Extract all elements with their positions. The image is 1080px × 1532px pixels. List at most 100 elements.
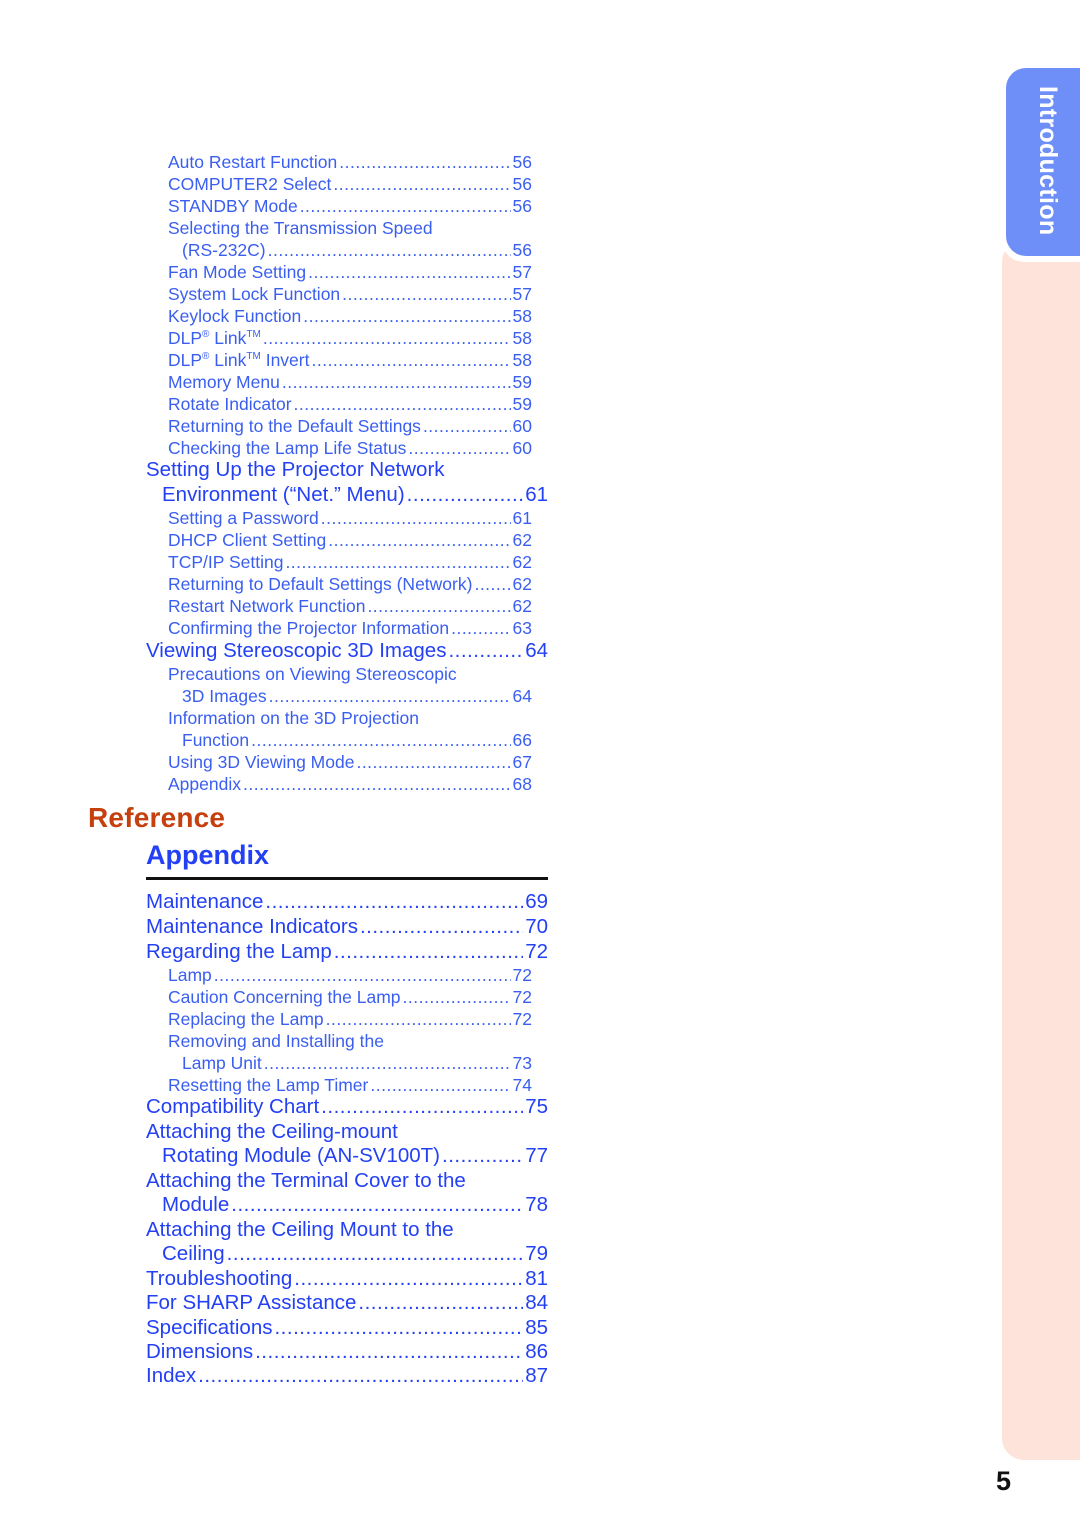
toc-entry[interactable]: Resetting the Lamp Timer 74 [168, 1075, 532, 1097]
toc-entry[interactable]: Setting a Password 61 [168, 508, 532, 530]
toc-leader-dots [214, 965, 511, 986]
toc-entry[interactable]: Selecting the Transmission Speed [168, 218, 532, 240]
section-tab-label: Introduction [1034, 86, 1062, 236]
toc-entry[interactable]: Regarding the Lamp 72 [146, 940, 548, 965]
toc-leader-dots [243, 774, 511, 795]
toc-leader-dots [442, 1144, 523, 1168]
toc-entry[interactable]: Precautions on Viewing Stereoscopic [168, 664, 532, 686]
toc-entry[interactable]: System Lock Function 57 [168, 284, 532, 306]
toc-entry[interactable]: Using 3D Viewing Mode 67 [168, 752, 532, 774]
toc-entry[interactable]: For SHARP Assistance 84 [146, 1291, 548, 1316]
toc-entry[interactable]: Viewing Stereoscopic 3D Images 64 [146, 639, 548, 664]
toc-entry[interactable]: Replacing the Lamp 72 [168, 1009, 532, 1031]
toc-entry-title: Attaching the Ceiling Mount to the [146, 1218, 454, 1241]
toc-entry-page: 72 [512, 987, 532, 1007]
toc-entry[interactable]: DLP® LinkTM Invert 58 [168, 350, 532, 372]
toc-leader-dots [356, 752, 510, 773]
toc-entry[interactable]: DHCP Client Setting 62 [168, 530, 532, 552]
toc-entry-page: 86 [525, 1340, 548, 1363]
toc-leader-dots [231, 1193, 523, 1217]
toc-entry-title: Using 3D Viewing Mode [168, 752, 355, 772]
toc-entry-title: COMPUTER2 Select [168, 174, 332, 194]
toc-entry[interactable]: Confirming the Projector Information 63 [168, 618, 532, 640]
toc-entry[interactable]: Troubleshooting 81 [146, 1267, 548, 1292]
toc-entry[interactable]: Attaching the Ceiling-mount [146, 1120, 548, 1145]
toc-entry-page: 63 [512, 618, 532, 638]
toc-entry[interactable]: 3D Images 64 [182, 686, 532, 708]
toc-entry-title: Maintenance Indicators [146, 915, 358, 938]
toc-entry[interactable]: Setting Up the Projector Network [146, 458, 548, 483]
toc-entry[interactable]: TCP/IP Setting 62 [168, 552, 532, 574]
toc-entry[interactable]: Returning to Default Settings (Network) 6… [168, 574, 532, 596]
appendix-heading: Appendix [146, 840, 270, 870]
toc-entry-page: 60 [512, 416, 532, 436]
toc-entry[interactable]: Appendix 68 [168, 774, 532, 796]
toc-leader-dots [263, 328, 511, 349]
toc-entry[interactable]: Maintenance Indicators 70 [146, 915, 548, 940]
toc-entry[interactable]: (RS-232C) 56 [182, 240, 532, 262]
toc-entry[interactable]: Checking the Lamp Life Status 60 [168, 438, 532, 460]
toc-entry-title: Environment (“Net.” Menu) [162, 483, 405, 506]
toc-entry[interactable]: Index 87 [146, 1364, 548, 1389]
toc-entry[interactable]: Lamp Unit 73 [182, 1053, 532, 1075]
toc-entry[interactable]: Ceiling 79 [162, 1242, 548, 1267]
toc-entry-title: Attaching the Ceiling-mount [146, 1120, 398, 1143]
toc-entry-title: Lamp [168, 965, 212, 985]
toc-entry[interactable]: Restart Network Function 62 [168, 596, 532, 618]
toc-entry[interactable]: Maintenance 69 [146, 890, 548, 915]
toc-entry[interactable]: Function 66 [182, 730, 532, 752]
toc-entry[interactable]: Keylock Function 58 [168, 306, 532, 328]
toc-entry-page: 77 [525, 1144, 548, 1167]
toc-entry-page: 75 [525, 1095, 548, 1118]
toc-entry[interactable]: Returning to the Default Settings 60 [168, 416, 532, 438]
toc-entry[interactable]: Attaching the Ceiling Mount to the [146, 1218, 548, 1243]
toc-entry[interactable]: Memory Menu 59 [168, 372, 532, 394]
toc-entry-page: 62 [512, 596, 532, 616]
toc-entry-page: 81 [525, 1267, 548, 1290]
toc-entry[interactable]: Compatibility Chart 75 [146, 1095, 548, 1120]
toc-entry[interactable]: Module 78 [162, 1193, 548, 1218]
toc-leader-dots [423, 416, 511, 437]
toc-entry-page: 66 [512, 730, 532, 750]
toc-entry[interactable]: Specifications 85 [146, 1316, 548, 1341]
toc-leader-dots [264, 1053, 511, 1074]
toc-entry-title: Precautions on Viewing Stereoscopic [168, 664, 457, 684]
toc-entry[interactable]: Fan Mode Setting 57 [168, 262, 532, 284]
toc-entry[interactable]: COMPUTER2 Select 56 [168, 174, 532, 196]
toc-entry[interactable]: Dimensions 86 [146, 1340, 548, 1365]
toc-entry[interactable]: Removing and Installing the [168, 1031, 532, 1053]
toc-leader-dots [339, 152, 510, 173]
toc-entry-page: 58 [512, 350, 532, 370]
toc-entry-page: 78 [525, 1193, 548, 1216]
toc-entry[interactable]: Rotate Indicator 59 [168, 394, 532, 416]
toc-entry-title: Ceiling [162, 1242, 225, 1265]
toc-entry-title: Lamp Unit [182, 1053, 262, 1073]
toc-entry[interactable]: STANDBY Mode 56 [168, 196, 532, 218]
toc-entry-title: Memory Menu [168, 372, 280, 392]
toc-entry-title: STANDBY Mode [168, 196, 298, 216]
toc-leader-dots [407, 483, 524, 507]
toc-entry[interactable]: Auto Restart Function 56 [168, 152, 532, 174]
toc-entry[interactable]: Environment (“Net.” Menu) 61 [162, 483, 548, 508]
toc-entry-page: 85 [525, 1316, 548, 1339]
toc-leader-dots [334, 940, 523, 964]
toc-entry-title: System Lock Function [168, 284, 341, 304]
toc-entry[interactable]: Attaching the Terminal Cover to the [146, 1169, 548, 1194]
toc-leader-dots [294, 1267, 523, 1291]
toc-entry[interactable]: Lamp 72 [168, 965, 532, 987]
toc-entry[interactable]: DLP® LinkTM 58 [168, 328, 532, 350]
toc-entry-title: Appendix [168, 774, 241, 794]
toc-entry-title: Setting a Password [168, 508, 319, 528]
toc-entry[interactable]: Rotating Module (AN-SV100T) 77 [162, 1144, 548, 1169]
toc-entry-page: 58 [512, 328, 532, 348]
toc-entry-title: Rotate Indicator [168, 394, 292, 414]
toc-entry-page: 64 [512, 686, 532, 706]
toc-leader-dots [311, 350, 510, 371]
toc-entry[interactable]: Information on the 3D Projection [168, 708, 532, 730]
toc-leader-dots [358, 1291, 523, 1315]
toc-entry-title: Checking the Lamp Life Status [168, 438, 407, 458]
toc-entry[interactable]: Caution Concerning the Lamp 72 [168, 987, 532, 1009]
toc-leader-dots [328, 530, 510, 551]
toc-entry-page: 56 [512, 174, 532, 194]
toc-entry-page: 79 [525, 1242, 548, 1265]
